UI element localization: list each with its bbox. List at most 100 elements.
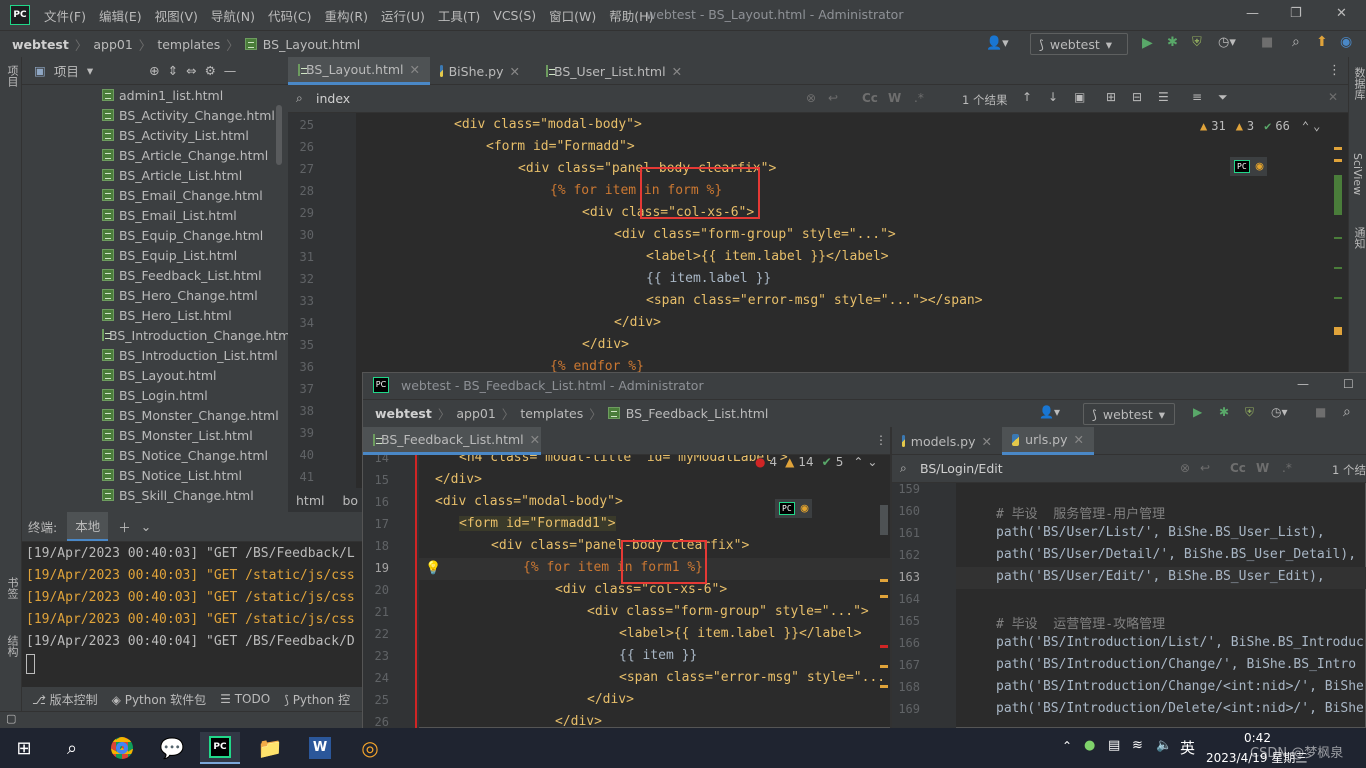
terminal-tab-local[interactable]: 本地 — [67, 512, 109, 541]
chevron-down-icon[interactable]: ⌄ — [1313, 119, 1320, 133]
arrow-up-icon[interactable]: ↑ — [1022, 90, 1032, 104]
add-selection-icon[interactable]: ⊞ — [1106, 90, 1116, 104]
chrome-icon[interactable]: ◉ — [801, 501, 809, 516]
chevron-down-icon[interactable]: ⌄ — [141, 519, 151, 534]
file-item[interactable]: BS_Activity_Change.html — [22, 105, 288, 125]
file-item[interactable]: BS_Monster_Change.html — [22, 405, 288, 425]
chevron-up-icon[interactable]: ⌃ — [1302, 119, 1309, 133]
breadcrumb-app[interactable]: app01 — [456, 406, 495, 421]
project-tool-button[interactable]: 项目 — [4, 65, 20, 87]
close-icon[interactable]: ✕ — [510, 64, 520, 79]
file-item[interactable]: BS_Article_Change.html — [22, 145, 288, 165]
stop-icon[interactable]: ■ — [1315, 405, 1326, 419]
app-icon[interactable]: ◎ — [350, 732, 390, 764]
menu-tools[interactable]: 工具(T) — [438, 6, 480, 25]
breadcrumb-app[interactable]: app01 — [93, 37, 132, 52]
chevron-down-icon[interactable]: ⌄ — [867, 455, 877, 469]
python-packages-tool-button[interactable]: ◈ Python 软件包 — [112, 691, 206, 708]
search-icon[interactable]: ⌕ — [1292, 34, 1300, 50]
chevron-up-icon[interactable]: ⌃ — [1062, 739, 1072, 753]
locate-icon[interactable]: ⊕ — [149, 63, 159, 78]
lightbulb-icon[interactable]: 💡 — [425, 561, 441, 576]
whole-word-icon[interactable]: W — [1256, 461, 1269, 475]
wifi-icon[interactable]: ≋ — [1132, 738, 1143, 753]
file-item[interactable]: BS_Equip_List.html — [22, 245, 288, 265]
more-tabs-icon[interactable]: ⋮ — [875, 433, 887, 447]
find-input[interactable]: index — [316, 91, 350, 106]
file-item[interactable]: BS_Monster_List.html — [22, 425, 288, 445]
file-item[interactable]: BS_Hero_Change.html — [22, 285, 288, 305]
second-window-html-editor[interactable]: 14 15 16 17 18 19 20 21 22 23 24 25 26 <… — [363, 455, 890, 729]
add-icon[interactable]: ＋ — [118, 517, 131, 536]
ime-indicator[interactable]: 英 — [1180, 737, 1195, 758]
chrome-icon[interactable] — [102, 732, 142, 764]
tab-urls-py[interactable]: urls.py ✕ — [1002, 427, 1094, 455]
collapse-all-icon[interactable]: ⇔ — [186, 63, 196, 78]
file-item[interactable]: BS_Skill_Change.html — [22, 485, 288, 505]
menu-run[interactable]: 运行(U) — [381, 6, 425, 25]
menu-file[interactable]: 文件(F) — [44, 6, 86, 25]
project-panel-title[interactable]: 项目 — [54, 61, 79, 80]
project-scrollbar[interactable] — [276, 105, 282, 165]
close-icon[interactable]: ✕ — [982, 434, 992, 449]
file-item[interactable]: BS_Introduction_List.html — [22, 345, 288, 365]
tab-bs-feedback-list[interactable]: BS_Feedback_List.html ✕ — [363, 427, 541, 455]
second-window-python-editor[interactable]: 159 160 161 162 163 164 165 166 167 168 … — [892, 483, 1366, 729]
menu-edit[interactable]: 编辑(E) — [99, 6, 142, 25]
expand-all-icon[interactable]: ⇕ — [168, 63, 178, 78]
pycharm-icon[interactable]: PC — [1234, 160, 1250, 173]
user-icon[interactable]: 👤▾ — [986, 36, 1009, 51]
run-config-selector[interactable]: ⟆ webtest ▾ — [1083, 403, 1175, 425]
file-item[interactable]: admin1_list.html — [22, 85, 288, 105]
structure-tool-button[interactable]: 结构 — [4, 635, 20, 657]
update-icon[interactable]: ⬆ — [1316, 34, 1328, 50]
close-icon[interactable]: ✕ — [1328, 90, 1338, 104]
menu-window[interactable]: 窗口(W) — [549, 6, 596, 25]
file-item[interactable]: BS_Equip_Change.html — [22, 225, 288, 245]
wechat-icon[interactable]: 💬 — [152, 732, 192, 764]
menu-navigate[interactable]: 导航(N) — [211, 6, 255, 25]
file-item[interactable]: BS_Introduction_Change.html — [22, 325, 288, 345]
jetbrains-icon[interactable]: ◉ — [1340, 34, 1352, 50]
match-case-icon[interactable]: Cc — [862, 91, 878, 105]
file-item[interactable]: BS_Article_List.html — [22, 165, 288, 185]
more-tabs-icon[interactable]: ⋮ — [1328, 63, 1341, 78]
terminal-cursor[interactable] — [26, 654, 35, 674]
file-item[interactable]: BS_Notice_Change.html — [22, 445, 288, 465]
tab-bs-layout[interactable]: BS_Layout.html ✕ — [288, 57, 430, 85]
whole-word-icon[interactable]: W — [888, 91, 901, 105]
file-item[interactable]: BS_Email_Change.html — [22, 185, 288, 205]
run-icon[interactable]: ▶ — [1193, 405, 1202, 419]
file-item[interactable]: BS_Notice_List.html — [22, 465, 288, 485]
search-icon[interactable]: ⌕ — [1343, 404, 1351, 420]
breadcrumb-folder[interactable]: templates — [157, 37, 220, 52]
layout-icon[interactable]: ▢ — [6, 712, 16, 725]
hide-icon[interactable]: — — [224, 63, 237, 78]
python-console-tool-button[interactable]: ⟆ Python 控 — [284, 691, 350, 708]
tab-models-py[interactable]: models.py ✕ — [892, 427, 1002, 455]
breadcrumb-folder[interactable]: templates — [520, 406, 583, 421]
clear-icon[interactable]: ⊗ — [1180, 461, 1190, 475]
maximize-icon[interactable]: ☐ — [1343, 377, 1354, 391]
run-config-selector[interactable]: ⟆ webtest ▾ — [1030, 33, 1128, 55]
volume-icon[interactable]: 🔈 — [1156, 738, 1172, 753]
stop-icon[interactable]: ■ — [1261, 35, 1273, 50]
coverage-icon[interactable]: ⛨ — [1245, 405, 1254, 420]
tab-bishe-py[interactable]: BiShe.py ✕ — [430, 57, 530, 85]
sciview-tool-button[interactable]: SciView — [1351, 153, 1364, 195]
network-icon[interactable]: ▤ — [1108, 738, 1120, 753]
word-icon[interactable]: W — [300, 732, 340, 764]
inspection-widget[interactable]: ▲ 31 ▲ 3 ✔ 66 ⌃ ⌄ — [1200, 119, 1320, 133]
close-icon[interactable]: ✕ — [530, 432, 540, 447]
debug-icon[interactable]: ✱ — [1219, 405, 1229, 419]
remove-selection-icon[interactable]: ⊟ — [1132, 90, 1142, 104]
run-icon[interactable]: ▶ — [1142, 35, 1153, 51]
wechat-tray-icon[interactable]: ● — [1084, 738, 1095, 753]
todo-tool-button[interactable]: ☰ TODO — [220, 692, 270, 706]
file-item[interactable]: BS_Activity_List.html — [22, 125, 288, 145]
breadcrumb-project[interactable]: webtest — [375, 406, 432, 421]
tab-bs-user-list[interactable]: BS_User_List.html ✕ — [536, 57, 686, 85]
breadcrumb-file[interactable]: BS_Feedback_List.html — [626, 406, 769, 421]
close-icon[interactable]: ✕ — [1336, 6, 1347, 21]
arrow-down-icon[interactable]: ↓ — [1048, 90, 1058, 104]
